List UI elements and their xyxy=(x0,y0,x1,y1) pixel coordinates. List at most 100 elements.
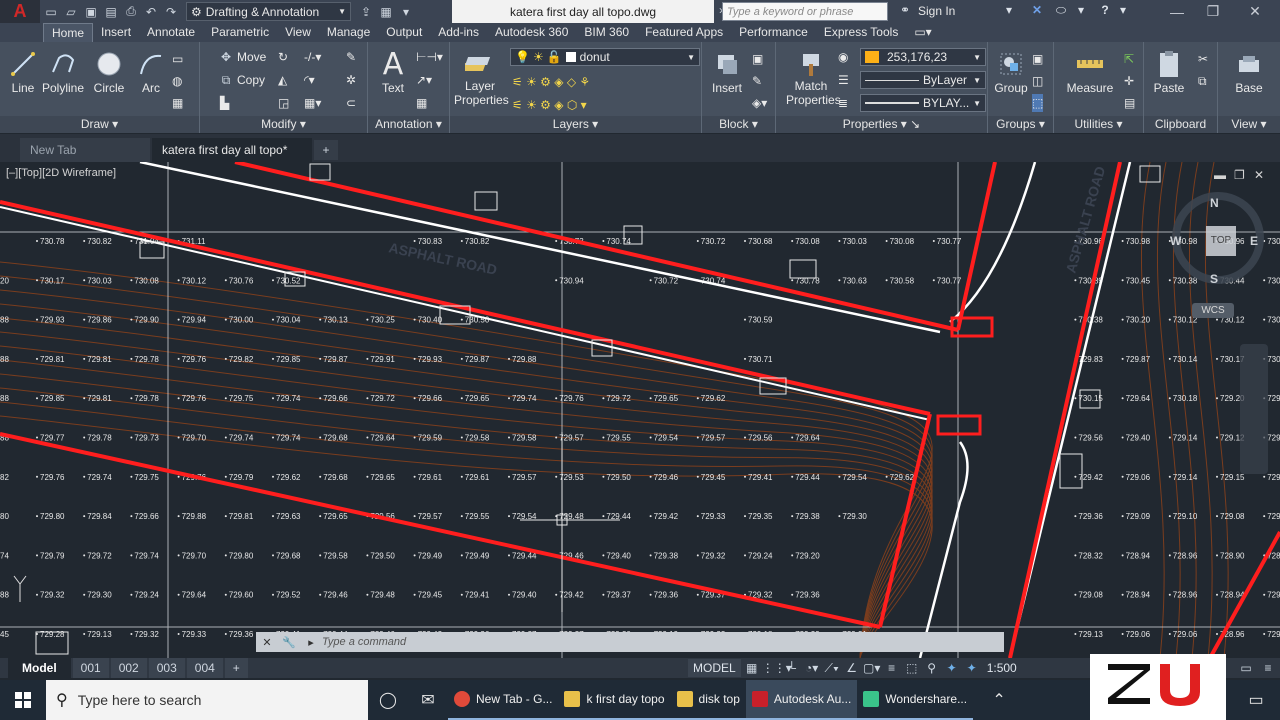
taskbar-search-input[interactable]: ⚲ Type here to search xyxy=(46,680,368,720)
insert-block-button[interactable]: Insert xyxy=(704,47,750,95)
layout-tab-002[interactable]: 002 xyxy=(110,658,147,678)
close-icon[interactable]: ✕ xyxy=(1238,0,1272,23)
customize-status-icon[interactable]: ▭ xyxy=(1236,659,1256,677)
hatch-icon[interactable]: ◍ xyxy=(172,72,182,90)
tab-insert[interactable]: Insert xyxy=(93,23,139,42)
stretch-icon[interactable]: ▙ xyxy=(220,94,229,112)
view-panel-label[interactable]: View ▾ xyxy=(1218,116,1280,133)
tab-featured-apps[interactable]: Featured Apps xyxy=(637,23,731,42)
tab-view[interactable]: View xyxy=(277,23,319,42)
tab-output[interactable]: Output xyxy=(378,23,430,42)
file-tab-active[interactable]: katera first day all topo* xyxy=(152,138,312,162)
workspace-dropdown[interactable]: ⚙ Drafting & Annotation ▼ xyxy=(186,2,351,21)
tab-annotate[interactable]: Annotate xyxy=(139,23,203,42)
dimension-icon[interactable]: ⊢⊣▾ xyxy=(416,48,443,66)
taskbar-app-wondershare[interactable]: Wondershare... xyxy=(857,680,974,720)
tab-express-tools[interactable]: Express Tools xyxy=(816,23,906,42)
command-input[interactable]: Type a command xyxy=(322,636,406,648)
compass-east[interactable]: E xyxy=(1250,234,1258,248)
rotate-icon[interactable]: ↻ xyxy=(278,48,288,66)
leader-icon[interactable]: ↗▾ xyxy=(416,71,432,89)
tab-manage[interactable]: Manage xyxy=(319,23,378,42)
share-icon[interactable]: ⇪ xyxy=(357,3,375,21)
annotation-scale-value[interactable]: 1:500 xyxy=(982,659,1022,677)
wrench-icon[interactable]: 🔧 xyxy=(278,636,300,649)
calculator-icon[interactable]: ▤ xyxy=(1124,94,1135,112)
help-search-input[interactable]: Type a keyword or phrase xyxy=(722,2,888,21)
viewport-minimize-icon[interactable]: ▬ xyxy=(1214,168,1226,182)
exchange-apps-icon[interactable]: ✕ xyxy=(1028,3,1046,20)
chevron-down-icon[interactable]: ▾ xyxy=(1000,3,1018,20)
model-space-button[interactable]: MODEL xyxy=(688,659,741,677)
ribbon-options-icon[interactable]: ▭▾ xyxy=(906,23,939,42)
draw-panel-label[interactable]: Draw ▾ xyxy=(0,116,199,133)
rectangle-icon[interactable]: ▭ xyxy=(172,50,183,68)
taskbar-app-chrome[interactable]: New Tab - G... xyxy=(448,680,559,720)
match-properties-button[interactable]: Match Properties xyxy=(786,47,841,107)
layer-dropdown[interactable]: 💡 ☀ 🔓 donut ▼ xyxy=(510,48,700,66)
save-as-icon[interactable]: ▤ xyxy=(102,3,120,21)
viewport-restore-icon[interactable]: ❐ xyxy=(1234,168,1245,182)
chevron-down-icon[interactable]: ▾ xyxy=(1114,3,1132,20)
annotation-scale-icon[interactable]: ✦ xyxy=(942,659,962,677)
taskbar-app-folder-1[interactable]: k first day topo xyxy=(558,680,671,720)
lineweight-dropdown[interactable]: BYLAY... ▼ xyxy=(860,94,986,112)
tab-add-ins[interactable]: Add-ins xyxy=(430,23,487,42)
taskbar-app-autocad[interactable]: Autodesk Au... xyxy=(745,680,858,720)
color-wheel-icon[interactable]: ◉ xyxy=(838,48,848,66)
circle-button[interactable]: Circle xyxy=(86,47,132,95)
chevron-down-icon[interactable]: ▾ xyxy=(1072,3,1090,20)
restore-icon[interactable]: ❐ xyxy=(1196,0,1230,23)
notifications-icon[interactable]: ▭ xyxy=(1236,680,1276,720)
lineweight-toggle-icon[interactable]: ≡ xyxy=(882,659,902,677)
cut-icon[interactable]: ✂ xyxy=(1198,50,1208,68)
color-dropdown[interactable]: 253,176,23 ▼ xyxy=(860,48,986,66)
mirror-icon[interactable]: ◭ xyxy=(278,71,287,89)
navigation-bar[interactable] xyxy=(1240,344,1268,474)
open-file-icon[interactable]: ▱ xyxy=(62,3,80,21)
linetype-dropdown[interactable]: ByLayer ▼ xyxy=(860,71,986,89)
tab-parametric[interactable]: Parametric xyxy=(203,23,277,42)
ungroup-icon[interactable]: ▣ xyxy=(1032,50,1043,68)
drawing-viewport[interactable]: 730.78 730.82 731.04 731.11 730.83 730.82 730.… xyxy=(0,162,1280,658)
text-button[interactable]: A Text xyxy=(370,47,416,96)
plot-icon[interactable]: ⎙ xyxy=(122,3,140,21)
windows-start-icon[interactable] xyxy=(0,680,46,720)
object-snap-icon[interactable]: ▢▾ xyxy=(862,659,882,677)
layout-tab-model[interactable]: Model xyxy=(8,658,71,678)
minimize-icon[interactable]: — xyxy=(1160,0,1194,23)
new-tab-plus-icon[interactable]: + xyxy=(314,140,338,160)
layer-properties-button[interactable]: Layer Properties xyxy=(454,47,509,107)
layout-tab-003[interactable]: 003 xyxy=(148,658,185,678)
paste-button[interactable]: Paste xyxy=(1146,47,1192,95)
autocad-logo-icon[interactable]: A xyxy=(0,0,40,23)
taskbar-app-folder-2[interactable]: disk top xyxy=(670,680,746,720)
compass-south[interactable]: S xyxy=(1210,272,1218,286)
arc-button[interactable]: Arc xyxy=(128,47,174,95)
explode-icon[interactable]: ✲ xyxy=(346,71,356,89)
layout-tab-004[interactable]: 004 xyxy=(186,658,223,678)
transparency-icon[interactable]: ⬚ xyxy=(902,659,922,677)
layer-tools-row2-icon[interactable]: ⚟ ☀ ⚙ ◈ ⬡ ▾ xyxy=(512,96,587,114)
erase-icon[interactable]: ✎ xyxy=(346,48,356,66)
quick-select-icon[interactable]: ⇱ xyxy=(1124,50,1134,68)
add-layout-plus-icon[interactable]: + xyxy=(224,658,248,678)
save-icon[interactable]: ▣ xyxy=(82,3,100,21)
properties-icon[interactable]: ▦ xyxy=(377,3,395,21)
tab-bim-360[interactable]: BIM 360 xyxy=(576,23,637,42)
object-snap-tracking-icon[interactable]: ∠ xyxy=(842,659,862,677)
create-block-icon[interactable]: ▣ xyxy=(752,50,763,68)
offset-icon[interactable]: ⊂ xyxy=(346,94,356,112)
compass-north[interactable]: N xyxy=(1210,196,1219,210)
group-select-icon[interactable]: ⬚ xyxy=(1032,94,1044,112)
sign-in-link[interactable]: Sign In xyxy=(918,4,955,18)
wcs-menu[interactable]: WCS xyxy=(1192,303,1234,318)
isodraft-icon[interactable]: ⟋▾ xyxy=(822,659,842,677)
compass-west[interactable]: W xyxy=(1170,234,1181,248)
tab-autodesk-360[interactable]: Autodesk 360 xyxy=(487,23,576,42)
grid-icon[interactable]: ▦ xyxy=(742,659,762,677)
task-view-icon[interactable]: ◯ xyxy=(368,680,408,720)
table-icon[interactable]: ▦ xyxy=(416,94,427,112)
mail-icon[interactable]: ✉ xyxy=(408,680,448,720)
group-button[interactable]: Group xyxy=(988,47,1034,95)
